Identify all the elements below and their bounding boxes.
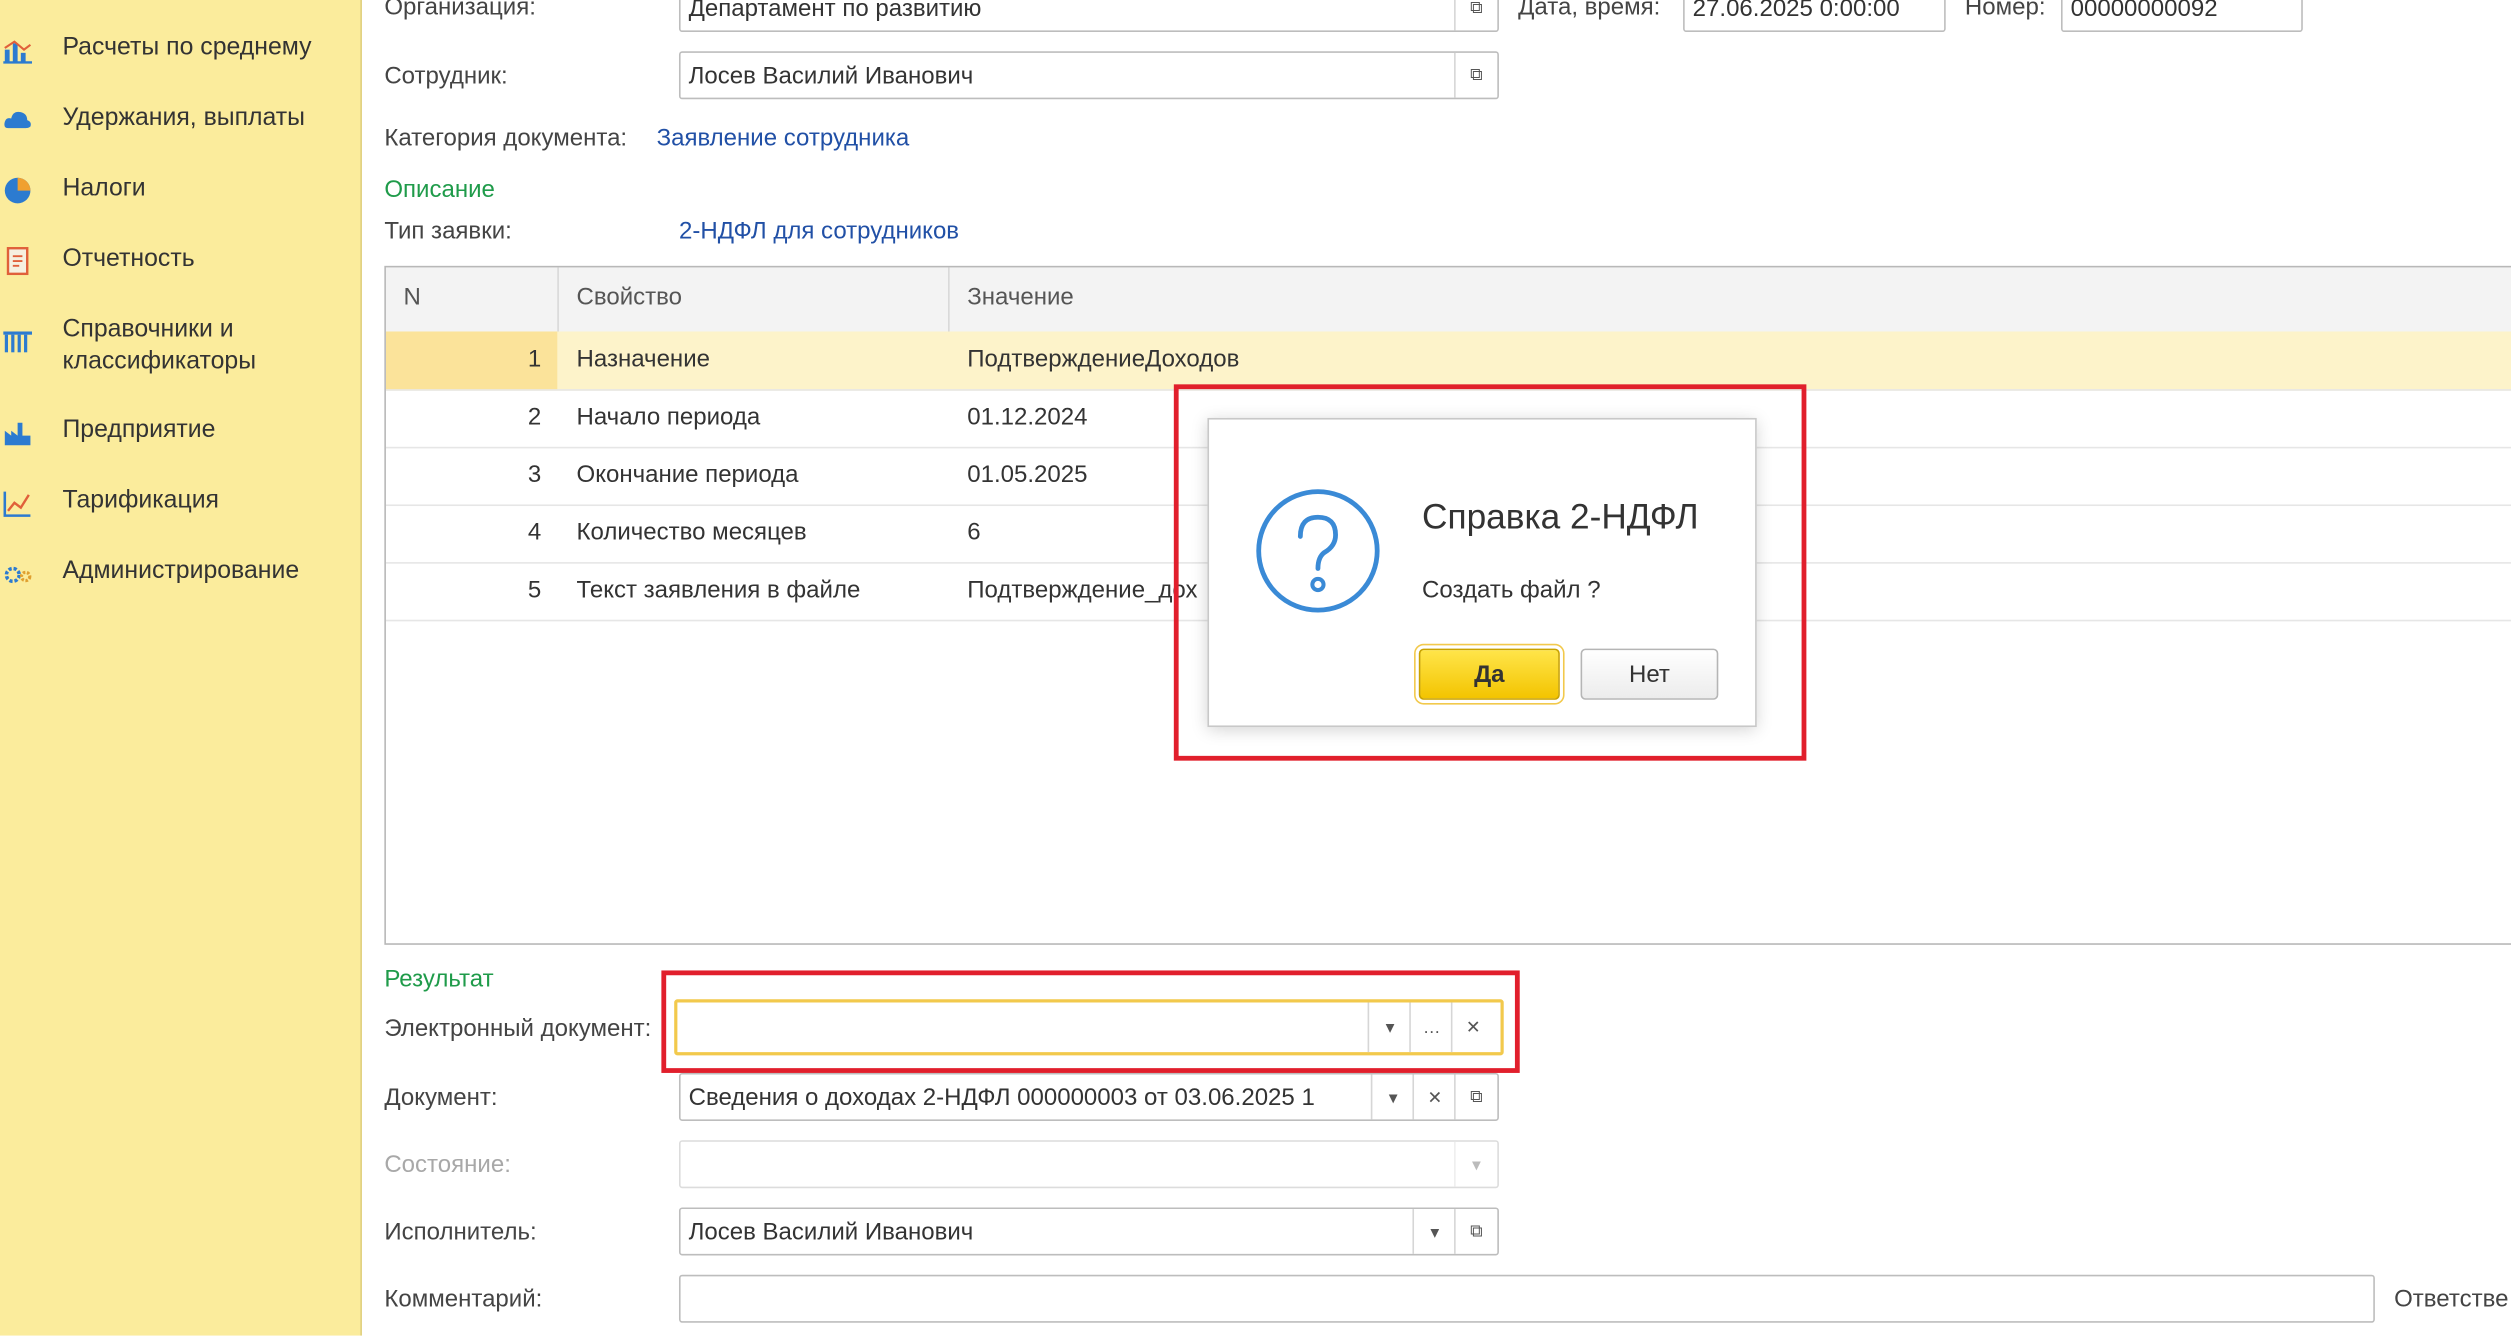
open-icon[interactable]: ⧉ <box>1454 52 1497 98</box>
row-value: ПодтверждениеДоходов <box>967 345 1240 374</box>
dialog-title: Справка 2-НДФЛ <box>1422 496 1699 537</box>
executor-value: Лосев Василий Иванович <box>688 1218 974 1246</box>
row-property: Количество месяцев <box>576 518 807 547</box>
sidebar-item-catalogs[interactable]: Справочники и классификаторы <box>0 314 359 381</box>
question-icon <box>1256 489 1380 613</box>
dialog-message: Создать файл ? <box>1422 576 1601 604</box>
executor-field[interactable]: Лосев Василий Иванович ▾ ⧉ <box>678 1207 1499 1256</box>
category-label: Категория документа: <box>384 124 628 153</box>
gears-icon <box>4 566 32 584</box>
chevron-down-icon: ▾ <box>1454 1141 1497 1187</box>
employee-field[interactable]: Лосев Василий Иванович ⧉ <box>678 51 1499 100</box>
document-label: Документ: <box>384 1084 498 1112</box>
catalog-icon <box>3 331 33 353</box>
confirm-dialog: Справка 2-НДФЛ Создать файл ? Да Нет <box>1207 417 1757 728</box>
comment-field[interactable] <box>678 1274 2375 1323</box>
result-group-title: Результат <box>384 965 494 993</box>
sidebar-item-label: Удержания, выплаты <box>62 104 306 132</box>
row-value: 01.05.2025 <box>967 461 1088 489</box>
number-field[interactable]: 00000000092 <box>2061 0 2303 33</box>
row-number: 5 <box>527 576 542 604</box>
employee-value: Лосев Василий Иванович <box>688 62 974 90</box>
responsible-label: Ответстве <box>2394 1285 2509 1314</box>
sidebar-item-taxes[interactable]: Налоги <box>0 173 359 208</box>
table-header: N Свойство Значение <box>385 267 2511 334</box>
sidebar-item-average-calc[interactable]: Расчеты по среднему <box>0 32 359 67</box>
org-label: Организация: <box>384 0 536 21</box>
row-property: Текст заявления в файле <box>576 576 861 604</box>
chart-icon <box>3 40 33 64</box>
document-field[interactable]: Сведения о доходах 2-НДФЛ 000000003 от 0… <box>678 1072 1499 1121</box>
request-type-link[interactable]: 2-НДФЛ для сотрудников <box>679 218 959 245</box>
sidebar-item-deductions[interactable]: Удержания, выплаты <box>0 102 359 137</box>
org-field[interactable]: Департамент по развитию ⧉ <box>678 0 1499 33</box>
tariff-icon <box>3 491 31 517</box>
sidebar-item-label-line2: классификаторы <box>62 347 257 375</box>
request-type-label: Тип заявки: <box>384 217 512 246</box>
row-value: Подтверждение_дох <box>967 576 1198 604</box>
state-field: ▾ <box>678 1140 1499 1189</box>
sidebar-item-reports[interactable]: Отчетность <box>0 243 359 278</box>
sidebar-item-label: Налоги <box>62 174 146 202</box>
row-number: 3 <box>527 461 542 489</box>
date-label: Дата, время: <box>1518 0 1661 21</box>
category-link[interactable]: Заявление сотрудника <box>657 125 910 152</box>
yes-button[interactable]: Да <box>1418 648 1560 700</box>
factory-icon <box>4 422 31 446</box>
row-property: Окончание периода <box>576 461 799 489</box>
date-field[interactable]: 27.06.2025 0:00:00 <box>1683 0 1946 33</box>
number-value: 00000000092 <box>2070 0 2218 23</box>
column-header-value[interactable]: Значение <box>967 283 1074 310</box>
app-window: Расчеты по среднему Удержания, выплаты Н… <box>0 0 2511 1336</box>
number-label: Номер: <box>1964 0 2046 21</box>
sidebar-item-label: Тарификация <box>62 486 220 515</box>
comment-label: Комментарий: <box>384 1285 543 1314</box>
open-icon[interactable]: ⧉ <box>1454 1074 1497 1120</box>
open-icon[interactable]: ⧉ <box>1454 1209 1497 1254</box>
row-number: 1 <box>527 345 542 374</box>
report-icon <box>6 247 29 276</box>
sidebar-item-label: Отчетность <box>62 245 195 273</box>
cloud-icon <box>4 111 31 129</box>
state-label: Состояние: <box>384 1151 511 1179</box>
edoc-label: Электронный документ: <box>384 1015 652 1043</box>
sidebar-item-admin[interactable]: Администрирование <box>0 556 359 591</box>
row-value: 01.12.2024 <box>967 403 1088 431</box>
row-property: Начало периода <box>576 403 761 431</box>
sidebar-item-label: Администрирование <box>62 557 300 585</box>
sidebar-item-enterprise[interactable]: Предприятие <box>0 415 359 450</box>
row-property: Назначение <box>576 345 710 374</box>
document-value: Сведения о доходах 2-НДФЛ 000000003 от 0… <box>688 1084 1315 1112</box>
employee-label: Сотрудник: <box>384 62 508 90</box>
highlight-edoc <box>661 970 1520 1073</box>
sidebar-item-tariffs[interactable]: Тарификация <box>0 485 359 520</box>
org-value: Департамент по развитию <box>688 0 982 23</box>
pie-icon <box>4 177 31 204</box>
chevron-down-icon[interactable]: ▾ <box>1412 1209 1455 1254</box>
row-number: 4 <box>527 518 542 547</box>
executor-label: Исполнитель: <box>384 1218 537 1246</box>
sidebar-item-label: Предприятие <box>62 416 216 444</box>
description-group-title: Описание <box>384 176 495 204</box>
no-button[interactable]: Нет <box>1580 648 1719 700</box>
sidebar-item-label: Расчеты по среднему <box>62 33 312 61</box>
column-header-n[interactable]: N <box>404 283 421 310</box>
chevron-down-icon[interactable]: ▾ <box>1370 1074 1414 1120</box>
column-header-property[interactable]: Свойство <box>577 283 682 310</box>
sidebar: Расчеты по среднему Удержания, выплаты Н… <box>0 0 362 1336</box>
sidebar-item-label: Справочники и <box>62 315 234 343</box>
table-row[interactable]: 1 Назначение ПодтверждениеДоходов <box>385 331 2511 391</box>
date-value: 27.06.2025 0:00:00 <box>1692 0 1900 23</box>
clear-icon[interactable]: ✕ <box>1412 1074 1455 1120</box>
row-value: 6 <box>967 518 981 547</box>
row-number: 2 <box>527 403 542 431</box>
open-icon[interactable]: ⧉ <box>1454 0 1497 31</box>
